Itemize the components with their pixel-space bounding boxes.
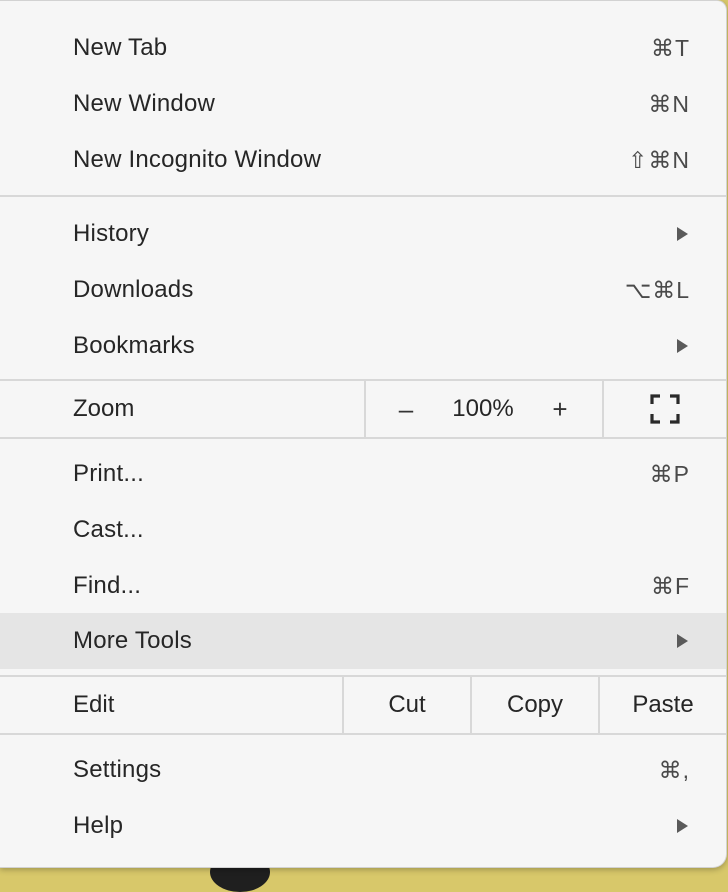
zoom-level: 100% [452,395,514,422]
menu-item-new-incognito-window[interactable]: New Incognito Window ⇧⌘N [0,132,726,188]
submenu-arrow-icon [677,227,688,241]
edit-label: Edit [73,691,115,718]
menu-item-label: New Tab [73,34,168,61]
menu-item-shortcut: ⌘F [650,572,690,599]
menu-item-find[interactable]: Find... ⌘F [0,558,726,614]
browser-main-menu: New Tab ⌘T New Window ⌘N New Incognito W… [0,0,727,868]
menu-item-label: Cast... [73,516,144,543]
menu-item-shortcut: ⌘T [650,34,690,61]
submenu-arrow-icon [677,339,688,353]
menu-separator [0,195,726,197]
menu-item-label: Find... [73,572,142,599]
menu-separator [0,437,726,439]
menu-item-label: Print... [73,460,144,487]
menu-item-shortcut: ⌘N [648,90,690,117]
menu-item-label: Help [73,812,124,839]
menu-item-label: Downloads [73,276,194,303]
menu-item-history[interactable]: History [0,206,726,262]
paste-button[interactable]: Paste [600,677,726,733]
menu-item-label: New Incognito Window [73,146,322,173]
menu-item-bookmarks[interactable]: Bookmarks [0,318,726,374]
menu-item-shortcut: ⌘P [649,460,690,487]
menu-item-shortcut: ⇧⌘N [628,146,690,173]
menu-item-new-window[interactable]: New Window ⌘N [0,76,726,132]
menu-item-label: Bookmarks [73,332,195,359]
menu-item-downloads[interactable]: Downloads ⌥⌘L [0,262,726,318]
submenu-arrow-icon [677,819,688,833]
menu-item-shortcut: ⌥⌘L [624,276,690,303]
menu-item-help[interactable]: Help [0,798,726,854]
zoom-out-button[interactable]: – [394,394,418,425]
menu-item-label: More Tools [73,627,192,654]
menu-item-settings[interactable]: Settings ⌘, [0,742,726,798]
zoom-in-button[interactable]: + [548,394,572,425]
menu-item-label: History [73,220,150,247]
menu-separator [0,733,726,735]
fullscreen-icon [650,394,680,424]
cut-button[interactable]: Cut [344,677,470,733]
menu-item-more-tools[interactable]: More Tools [0,613,726,669]
menu-item-cast[interactable]: Cast... [0,502,726,558]
menu-item-print[interactable]: Print... ⌘P [0,446,726,502]
menu-item-label: Settings [73,756,162,783]
menu-item-label: New Window [73,90,216,117]
copy-button[interactable]: Copy [472,677,598,733]
edit-row: Edit Cut Copy Paste [0,677,726,733]
fullscreen-button[interactable] [604,381,726,437]
zoom-row: Zoom – 100% + [0,381,726,437]
submenu-arrow-icon [677,634,688,648]
menu-item-shortcut: ⌘, [658,756,690,783]
menu-item-new-tab[interactable]: New Tab ⌘T [0,20,726,76]
zoom-controls: – 100% + [366,381,602,437]
zoom-label: Zoom [73,395,135,422]
